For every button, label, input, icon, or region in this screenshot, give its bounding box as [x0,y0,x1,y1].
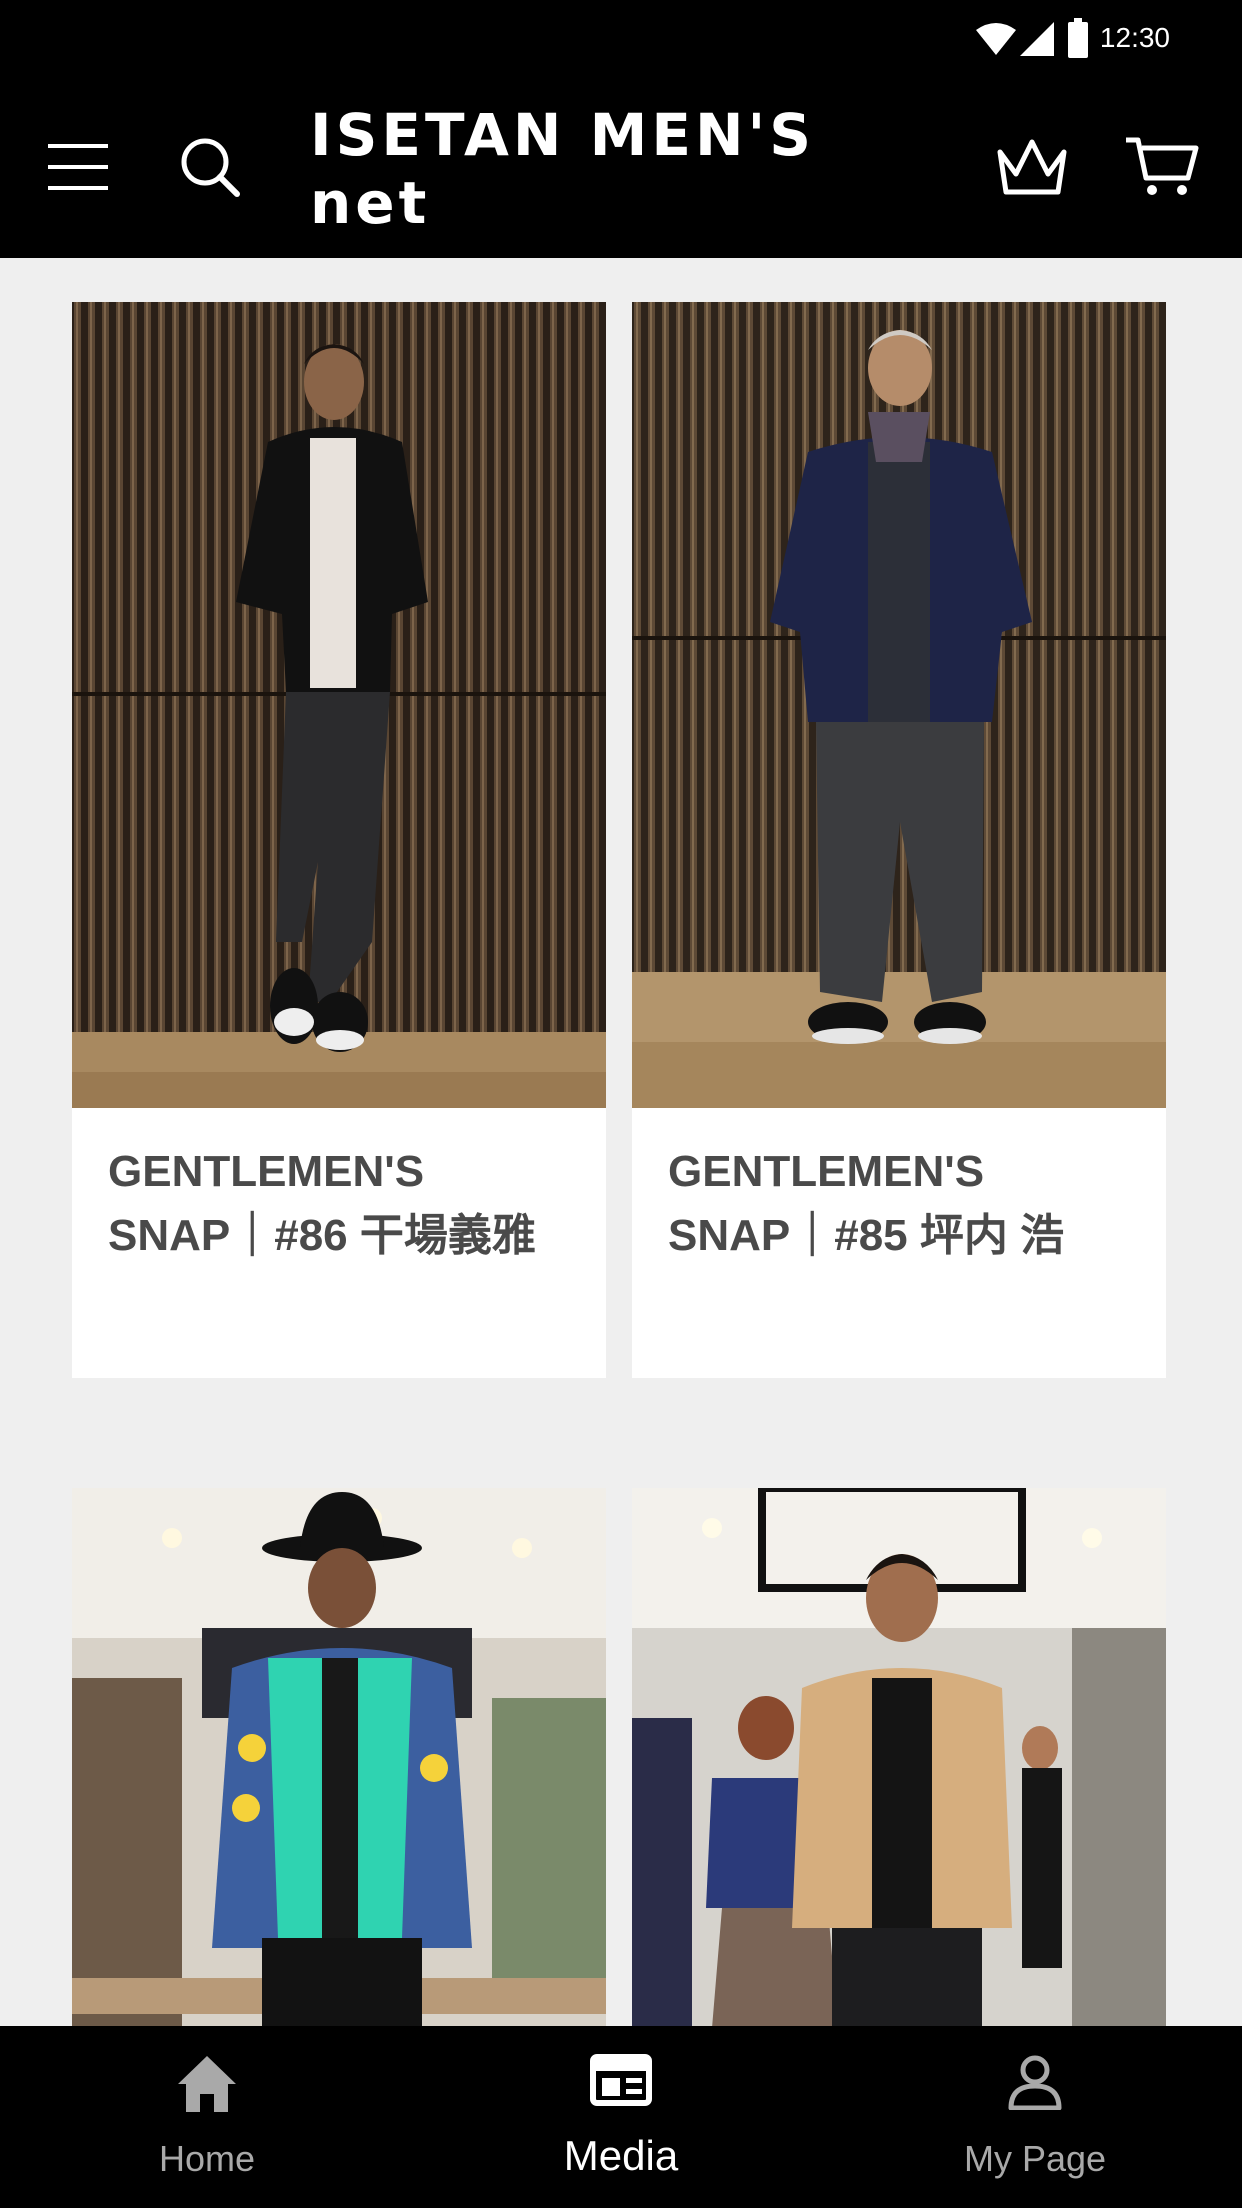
article-card[interactable]: GENTLEMEN'S SNAP｜#86 干場義雅 [72,302,606,1378]
cart-button[interactable] [1112,80,1212,258]
article-title-line-2: SNAP｜#85 坪内 浩 [668,1211,1065,1260]
article-photo[interactable] [632,1488,1166,2026]
article-photo[interactable] [632,302,1166,1108]
cart-icon [1124,136,1200,203]
nav-home-label: Home [158,2138,256,2179]
article-card[interactable] [72,1488,606,2026]
crown-icon [996,138,1068,201]
battery-icon [1068,18,1088,63]
search-icon [179,136,241,203]
nav-media[interactable]: Media [414,2026,828,2208]
article-photo[interactable] [72,1488,606,2026]
menu-button[interactable] [28,80,128,258]
article-title-line-1: GENTLEMEN'S [668,1147,985,1196]
search-button[interactable] [160,80,260,258]
article-photo[interactable] [72,302,606,1108]
bottom-navigation: Home Media My Page [0,2026,1242,2208]
article-title[interactable]: GENTLEMEN'S SNAP｜#85 坪内 浩 [668,1140,1138,1268]
article-card[interactable] [632,1488,1166,2026]
app-header: ISETAN MEN'S net [0,80,1242,258]
menu-icon [48,142,108,197]
wifi-icon [976,22,1016,61]
app-logo[interactable]: ISETAN MEN'S net [310,80,940,258]
nav-mypage-label: My Page [963,2138,1107,2179]
favorites-button[interactable] [982,80,1082,258]
home-icon [0,2054,414,2124]
article-card[interactable]: GENTLEMEN'S SNAP｜#85 坪内 浩 [632,302,1166,1378]
article-title-line-1: GENTLEMEN'S [108,1147,425,1196]
signal-icon [1020,22,1054,61]
status-bar: 12:30 [0,0,1242,80]
media-feed[interactable]: GENTLEMEN'S SNAP｜#86 干場義雅 GENTLEMEN'S SN… [0,258,1242,2026]
nav-media-label: Media [563,2132,679,2179]
status-time: 12:30 [1099,22,1170,53]
article-title-line-2: SNAP｜#86 干場義雅 [108,1211,536,1260]
article-title[interactable]: GENTLEMEN'S SNAP｜#86 干場義雅 [108,1140,578,1268]
media-icon [414,2054,828,2124]
nav-mypage[interactable]: My Page [828,2026,1242,2208]
nav-home[interactable]: Home [0,2026,414,2208]
user-icon [828,2054,1242,2124]
